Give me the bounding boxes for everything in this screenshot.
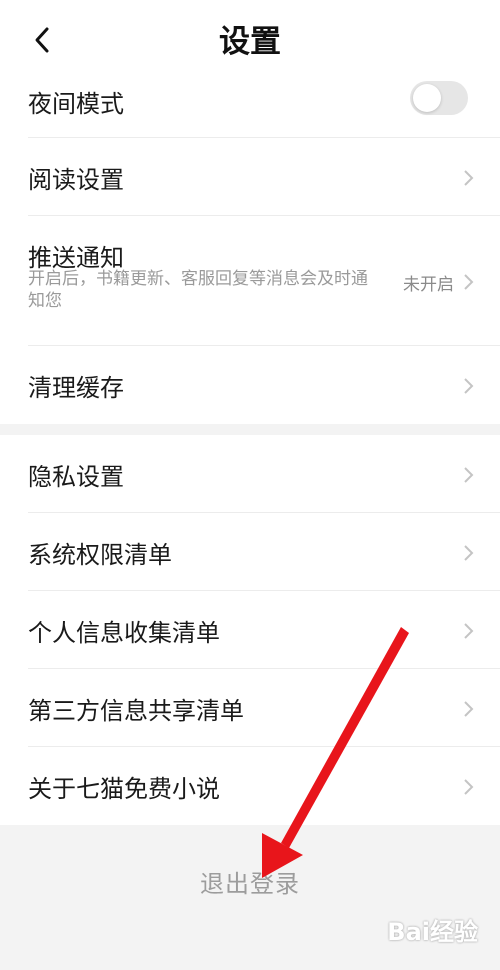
setting-label: 夜间模式 — [28, 90, 124, 118]
chevron-right-icon — [464, 545, 474, 561]
setting-label: 系统权限清单 — [28, 541, 172, 569]
chevron-right-icon — [464, 274, 474, 290]
top-bar: 设置 — [0, 0, 500, 76]
toggle-knob — [413, 84, 441, 112]
setting-label: 关于七猫免费小说 — [28, 775, 220, 803]
push-status-value: 未开启 — [403, 275, 454, 295]
chevron-right-icon — [464, 779, 474, 795]
setting-row-night-mode[interactable]: 夜间模式 — [28, 76, 500, 138]
setting-row-permissions[interactable]: 系统权限清单 — [28, 513, 500, 591]
setting-row-third-party[interactable]: 第三方信息共享清单 — [28, 669, 500, 747]
logout-button[interactable]: 退出登录 — [0, 864, 500, 899]
setting-label: 第三方信息共享清单 — [28, 697, 244, 725]
chevron-right-icon — [464, 170, 474, 186]
chevron-right-icon — [464, 467, 474, 483]
chevron-right-icon — [464, 623, 474, 639]
watermark-logo: Bai经验 — [387, 918, 478, 946]
setting-row-personal-info[interactable]: 个人信息收集清单 — [28, 591, 500, 669]
setting-row-privacy[interactable]: 隐私设置 — [28, 435, 500, 513]
night-mode-toggle[interactable] — [410, 81, 468, 115]
setting-row-about[interactable]: 关于七猫免费小说 — [28, 747, 500, 825]
setting-label: 隐私设置 — [28, 463, 124, 491]
setting-label: 清理缓存 — [28, 374, 124, 402]
setting-label: 阅读设置 — [28, 166, 124, 194]
page-title: 设置 — [219, 24, 281, 60]
settings-group-general: 夜间模式 阅读设置 推送通知 开启后，书籍更新、客服回复等消息会及时通知您 未开… — [0, 76, 500, 424]
chevron-right-icon — [464, 378, 474, 394]
settings-group-privacy: 隐私设置 系统权限清单 个人信息收集清单 第三方信息共享清单 关于七猫免费小说 — [0, 435, 500, 825]
setting-row-push[interactable]: 推送通知 开启后，书籍更新、客服回复等消息会及时通知您 未开启 — [28, 216, 500, 346]
chevron-right-icon — [464, 701, 474, 717]
setting-label: 个人信息收集清单 — [28, 619, 220, 647]
setting-description: 开启后，书籍更新、客服回复等消息会及时通知您 — [28, 269, 368, 311]
setting-row-reading[interactable]: 阅读设置 — [28, 138, 500, 216]
setting-row-clear-cache[interactable]: 清理缓存 — [28, 346, 500, 424]
